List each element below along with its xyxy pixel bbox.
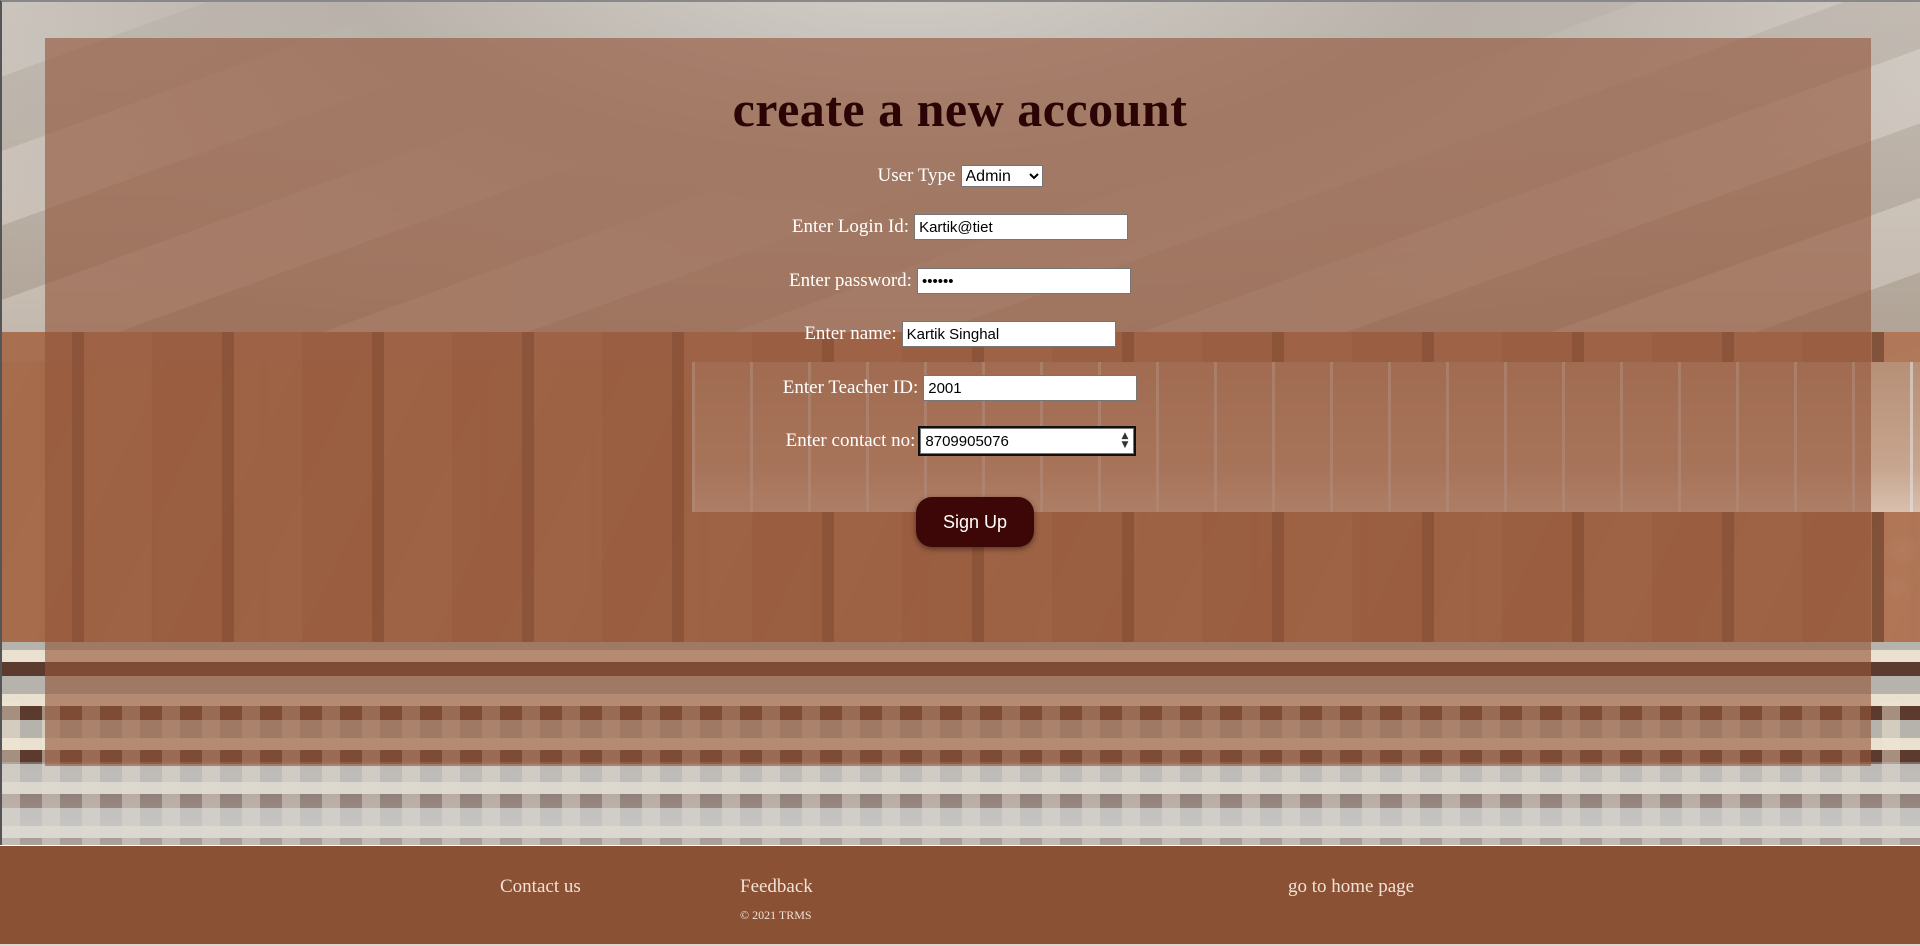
teacher-id-row: Enter Teacher ID: — [0, 375, 1920, 401]
contact-us-link[interactable]: Contact us — [500, 876, 581, 898]
page-title: create a new account — [732, 81, 1188, 137]
login-row: Enter Login Id: — [0, 214, 1920, 240]
contact-spinner: ▲▼ — [918, 426, 1137, 456]
name-label: Enter name: — [804, 323, 897, 344]
floor-graphic — [2, 762, 1920, 845]
user-type-label: User Type — [877, 165, 956, 186]
user-type-row: User Type Admin — [0, 165, 1920, 187]
sign-up-button[interactable]: Sign Up — [916, 497, 1034, 547]
user-type-select[interactable]: Admin — [960, 165, 1043, 187]
password-row: Enter password: — [0, 268, 1920, 294]
login-label: Enter Login Id: — [791, 216, 910, 237]
name-row: Enter name: — [0, 321, 1920, 347]
home-page-link[interactable]: go to home page — [1288, 876, 1414, 898]
name-input[interactable] — [901, 321, 1116, 347]
contact-input[interactable] — [918, 426, 1137, 456]
password-input[interactable] — [916, 268, 1131, 294]
teacher-id-label: Enter Teacher ID: — [782, 377, 919, 398]
teacher-id-input[interactable] — [923, 375, 1138, 401]
feedback-link[interactable]: Feedback — [740, 876, 813, 898]
password-label: Enter password: — [789, 270, 912, 291]
contact-row: Enter contact no: ▲▼ — [0, 426, 1920, 456]
copyright-text: © 2021 TRMS — [740, 908, 812, 922]
spinner-arrows-icon[interactable]: ▲ ▼ — [1121, 432, 1128, 450]
form-panel — [45, 38, 1871, 766]
contact-label: Enter contact no: — [785, 430, 916, 451]
footer: Contact us Feedback © 2021 TRMS go to ho… — [0, 846, 1920, 946]
login-input[interactable] — [914, 214, 1129, 240]
